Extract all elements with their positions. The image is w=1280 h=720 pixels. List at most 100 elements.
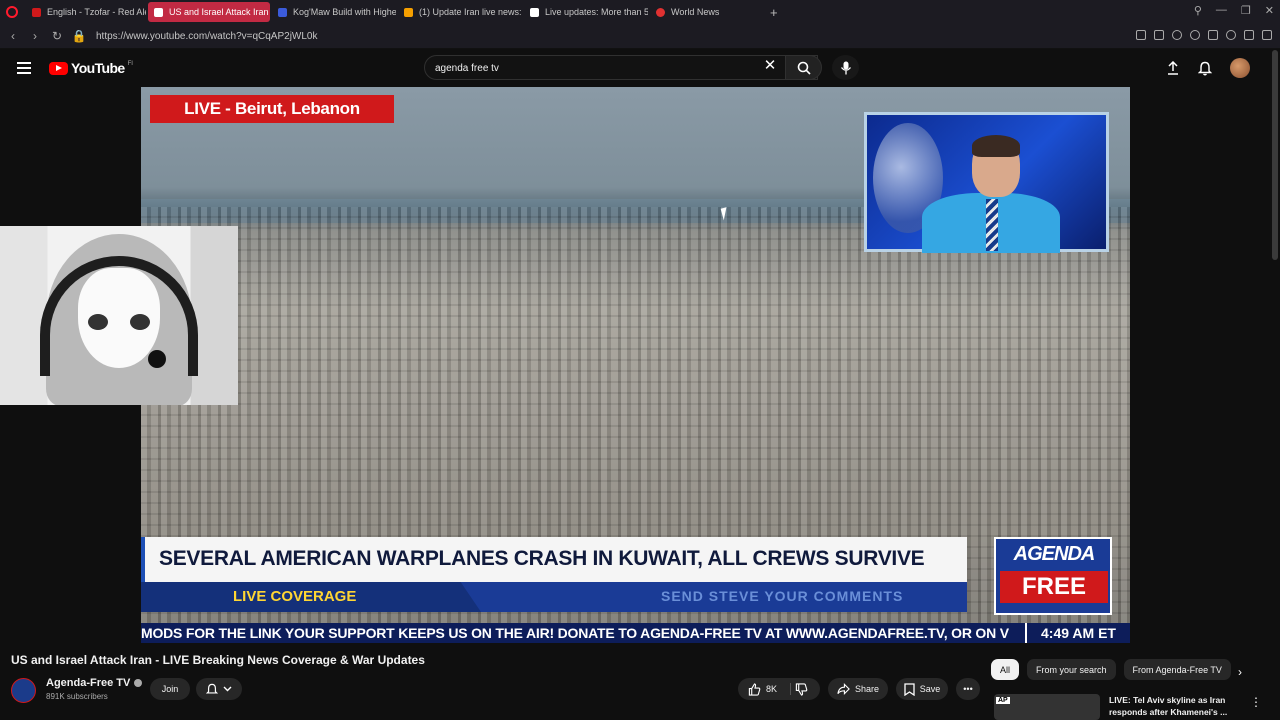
youtube-header: YouTube FI ✕ bbox=[0, 50, 1280, 86]
send-comments-text: SEND STEVE YOUR COMMENTS bbox=[661, 588, 904, 604]
save-label: Save bbox=[919, 684, 941, 694]
verified-icon bbox=[134, 679, 143, 688]
chip-from-your-search[interactable]: From your search bbox=[1027, 659, 1116, 680]
browser-tab-5[interactable]: Live updates: More than 5 bbox=[524, 2, 648, 22]
more-horizontal-icon: ••• bbox=[963, 684, 973, 694]
lock-icon: 🔒 bbox=[71, 29, 87, 43]
header-actions bbox=[1166, 58, 1250, 78]
video-player[interactable]: LIVE - Beirut, Lebanon SEVERAL AMERICAN … bbox=[141, 87, 1130, 643]
upload-icon[interactable] bbox=[1166, 61, 1180, 75]
more-vertical-icon[interactable]: ⋮ bbox=[1250, 695, 1262, 709]
like-count: 8K bbox=[766, 684, 778, 694]
save-button[interactable]: Save bbox=[896, 678, 948, 700]
live-coverage-tag: LIVE COVERAGE bbox=[141, 582, 481, 612]
browser-tab-6[interactable]: World News bbox=[650, 2, 760, 22]
search-box bbox=[424, 55, 818, 80]
live-location-tag: LIVE - Beirut, Lebanon bbox=[150, 95, 394, 123]
bookmark-icon bbox=[904, 682, 915, 696]
headline-text: SEVERAL AMERICAN WARPLANES CRASH IN KUWA… bbox=[159, 547, 925, 570]
clear-search-icon[interactable]: ✕ bbox=[763, 58, 777, 73]
youtube-play-icon bbox=[49, 61, 68, 75]
ticker-text: MODS FOR THE LINK YOUR SUPPORT KEEPS US … bbox=[141, 625, 1009, 641]
player-icon[interactable] bbox=[1172, 30, 1182, 40]
host-hair bbox=[972, 135, 1020, 157]
channel-avatar[interactable] bbox=[11, 678, 36, 703]
tab-favicon-icon bbox=[278, 7, 287, 17]
browser-tab-3[interactable]: Kog'Maw Build with Highest bbox=[272, 2, 396, 22]
page-scrollbar[interactable] bbox=[1272, 50, 1278, 260]
like-divider bbox=[790, 683, 791, 695]
host-tie bbox=[986, 199, 998, 251]
sub-banner: LIVE COVERAGE SEND STEVE YOUR COMMENTS bbox=[141, 582, 967, 612]
dislike-button[interactable] bbox=[795, 683, 808, 696]
news-ticker: MODS FOR THE LINK YOUR SUPPORT KEEPS US … bbox=[141, 623, 1025, 643]
menu-icon[interactable] bbox=[1262, 30, 1272, 40]
vtuber-overlay bbox=[0, 226, 238, 405]
minimize-icon[interactable]: — bbox=[1216, 4, 1227, 17]
reload-icon[interactable]: ↻ bbox=[48, 29, 66, 43]
tab-favicon-icon bbox=[32, 7, 41, 17]
browser-tab-strip: English - Tzofar - Red Alert US and Isra… bbox=[0, 0, 1280, 24]
profile-icon[interactable] bbox=[1226, 30, 1236, 40]
share-label: Share bbox=[854, 684, 880, 694]
shield-icon[interactable] bbox=[1154, 30, 1164, 40]
more-actions-button[interactable]: ••• bbox=[956, 678, 980, 700]
chip-from-channel[interactable]: From Agenda-Free TV bbox=[1123, 659, 1231, 680]
ap-badge: AP bbox=[996, 697, 1010, 704]
notifications-bell-icon[interactable] bbox=[1198, 61, 1212, 76]
join-label: Join bbox=[161, 684, 179, 694]
new-tab-icon[interactable]: + bbox=[770, 5, 778, 20]
address-bar: ‹ › ↻ 🔒 https://www.youtube.com/watch?v=… bbox=[0, 24, 1280, 49]
search-tabs-icon[interactable]: ⚲ bbox=[1194, 4, 1202, 17]
search-button[interactable] bbox=[785, 55, 822, 80]
close-window-icon[interactable]: ✕ bbox=[1265, 4, 1274, 17]
channel-name[interactable]: Agenda-Free TV bbox=[46, 677, 143, 689]
subscription-bell-button[interactable] bbox=[196, 678, 242, 700]
agenda-free-logo: AGENDA FREE bbox=[994, 537, 1112, 615]
logo-country: FI bbox=[127, 61, 133, 67]
chip-all[interactable]: All bbox=[991, 659, 1020, 680]
bell-icon bbox=[206, 683, 218, 694]
heart-icon[interactable] bbox=[1190, 30, 1200, 40]
browser-tab-1[interactable]: English - Tzofar - Red Alert bbox=[26, 2, 146, 22]
hamburger-menu-icon[interactable] bbox=[17, 62, 31, 74]
tab-label: English - Tzofar - Red Alert bbox=[47, 7, 146, 17]
logo-top-text: AGENDA bbox=[1013, 543, 1096, 565]
tab-label: Kog'Maw Build with Highest bbox=[293, 7, 396, 17]
extension-icon[interactable] bbox=[1208, 30, 1218, 40]
live-coverage-text: LIVE COVERAGE bbox=[233, 588, 357, 605]
restore-icon[interactable]: ❐ bbox=[1241, 4, 1251, 17]
microphone-icon bbox=[840, 61, 851, 74]
snapshot-icon[interactable] bbox=[1136, 30, 1146, 40]
channel-name-text[interactable]: Agenda-Free TV bbox=[46, 677, 130, 689]
download-icon[interactable] bbox=[1244, 30, 1254, 40]
voice-search-button[interactable] bbox=[832, 55, 859, 80]
recommendation-title[interactable]: LIVE: Tel Aviv skyline as Iran responds … bbox=[1109, 694, 1239, 718]
forward-icon[interactable]: › bbox=[26, 29, 44, 43]
window-controls: ⚲ — ❐ ✕ bbox=[1194, 4, 1274, 17]
video-title: US and Israel Attack Iran - LIVE Breakin… bbox=[11, 653, 425, 667]
search-icon bbox=[797, 61, 811, 75]
youtube-logo[interactable]: YouTube FI bbox=[49, 60, 133, 76]
join-button[interactable]: Join bbox=[150, 678, 190, 700]
tab-favicon-icon bbox=[404, 7, 413, 17]
account-avatar[interactable] bbox=[1230, 58, 1250, 78]
chevron-right-icon[interactable]: › bbox=[1238, 665, 1242, 679]
back-icon[interactable]: ‹ bbox=[4, 29, 22, 43]
search-input[interactable] bbox=[435, 60, 755, 76]
extension-icons bbox=[1136, 30, 1272, 40]
browser-tab-2[interactable]: US and Israel Attack Iran bbox=[148, 2, 270, 22]
opera-menu-icon[interactable] bbox=[0, 0, 24, 24]
subscriber-count: 891K subscribers bbox=[46, 692, 108, 701]
headline-banner: SEVERAL AMERICAN WARPLANES CRASH IN KUWA… bbox=[141, 537, 967, 582]
thumbs-up-icon bbox=[748, 682, 761, 696]
url-field[interactable]: https://www.youtube.com/watch?v=qCqAP2jW… bbox=[96, 31, 318, 42]
share-button[interactable]: Share bbox=[828, 678, 888, 700]
thumbs-down-icon bbox=[795, 683, 808, 696]
broadcast-clock: 4:49 AM ET bbox=[1025, 623, 1130, 643]
recommendation-thumbnail[interactable]: AP bbox=[994, 694, 1100, 720]
tab-favicon-icon bbox=[530, 7, 539, 17]
browser-tab-4[interactable]: (1) Update Iran live news: bbox=[398, 2, 522, 22]
microphone-graphic bbox=[148, 350, 166, 368]
tab-label: Live updates: More than 5 bbox=[545, 7, 648, 17]
